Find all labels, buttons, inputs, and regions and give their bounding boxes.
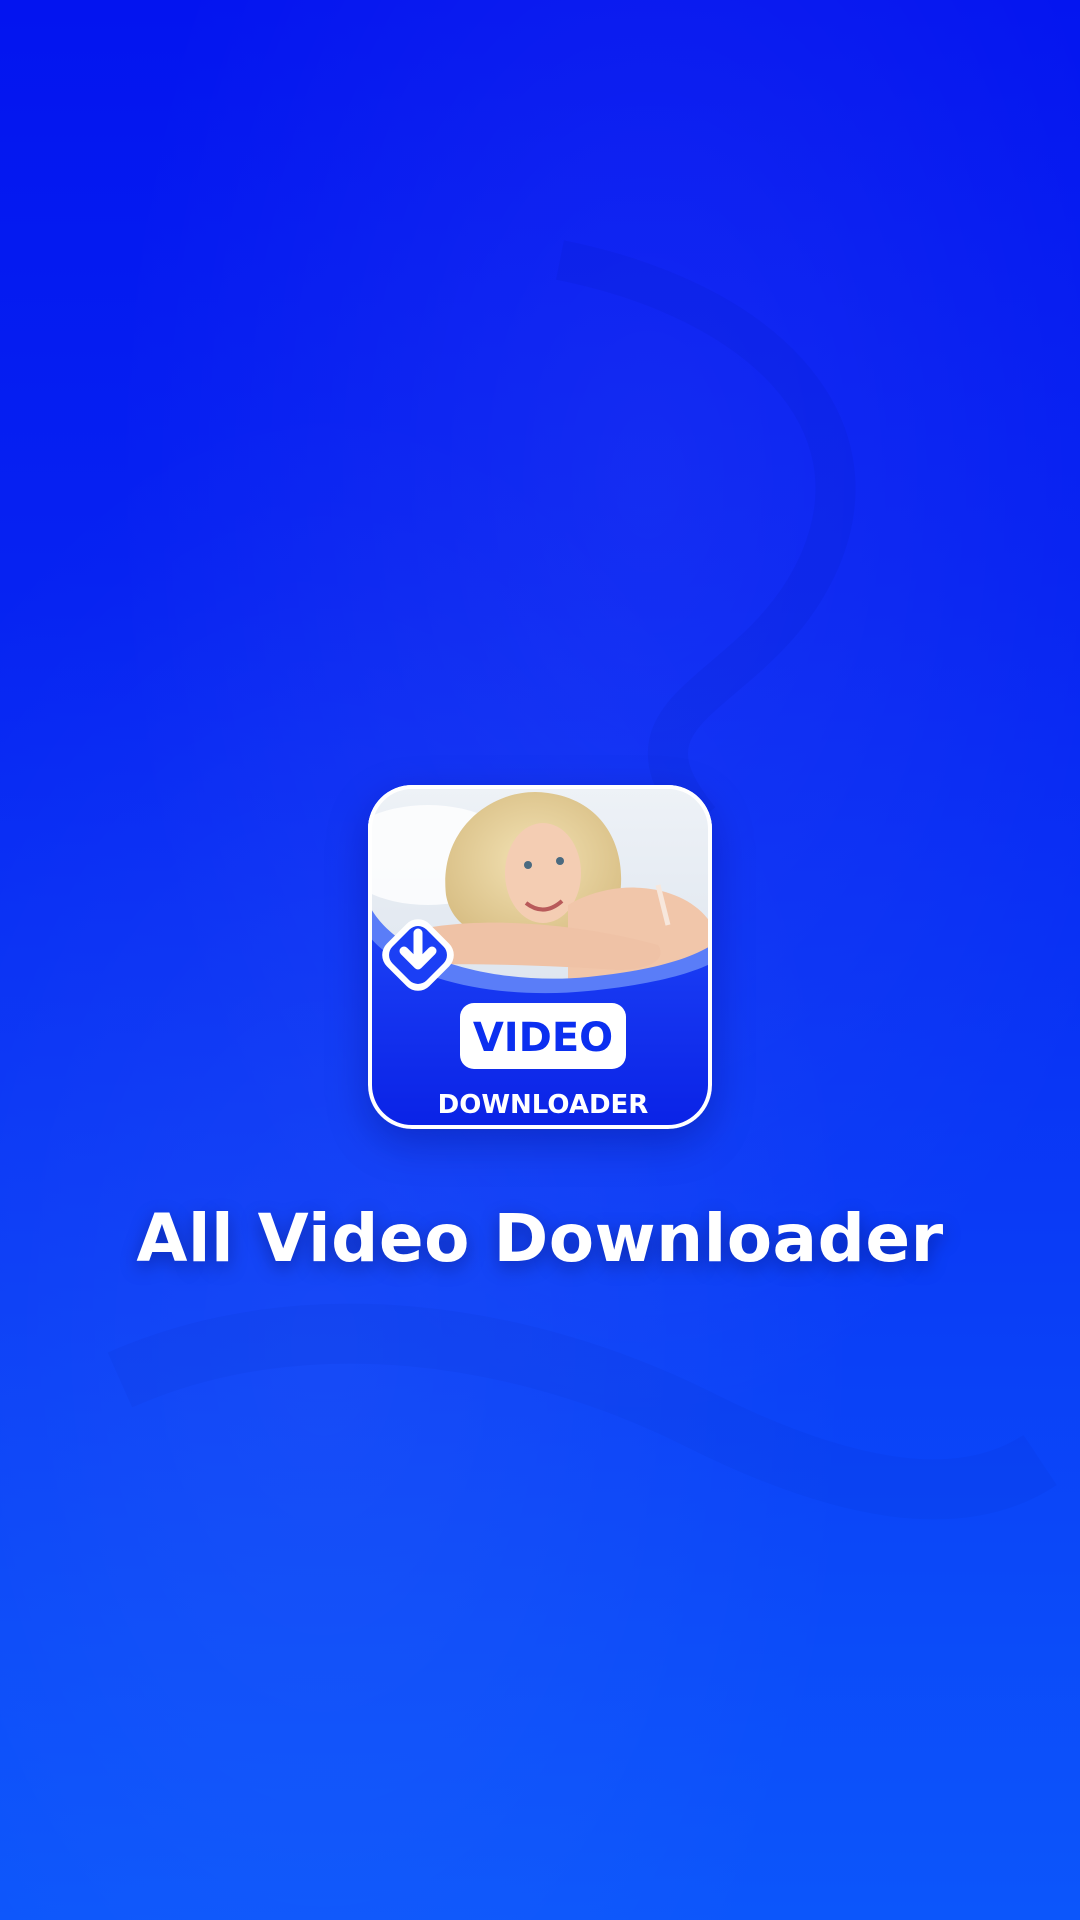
app-icon: VIDEO DOWNLOADER: [368, 785, 712, 1129]
app-title: All Video Downloader: [136, 1200, 944, 1277]
downloader-label: DOWNLOADER: [438, 1090, 649, 1120]
splash-screen: VIDEO DOWNLOADER All Video Downloader: [0, 0, 1080, 1920]
video-badge-label: VIDEO: [473, 1015, 613, 1061]
